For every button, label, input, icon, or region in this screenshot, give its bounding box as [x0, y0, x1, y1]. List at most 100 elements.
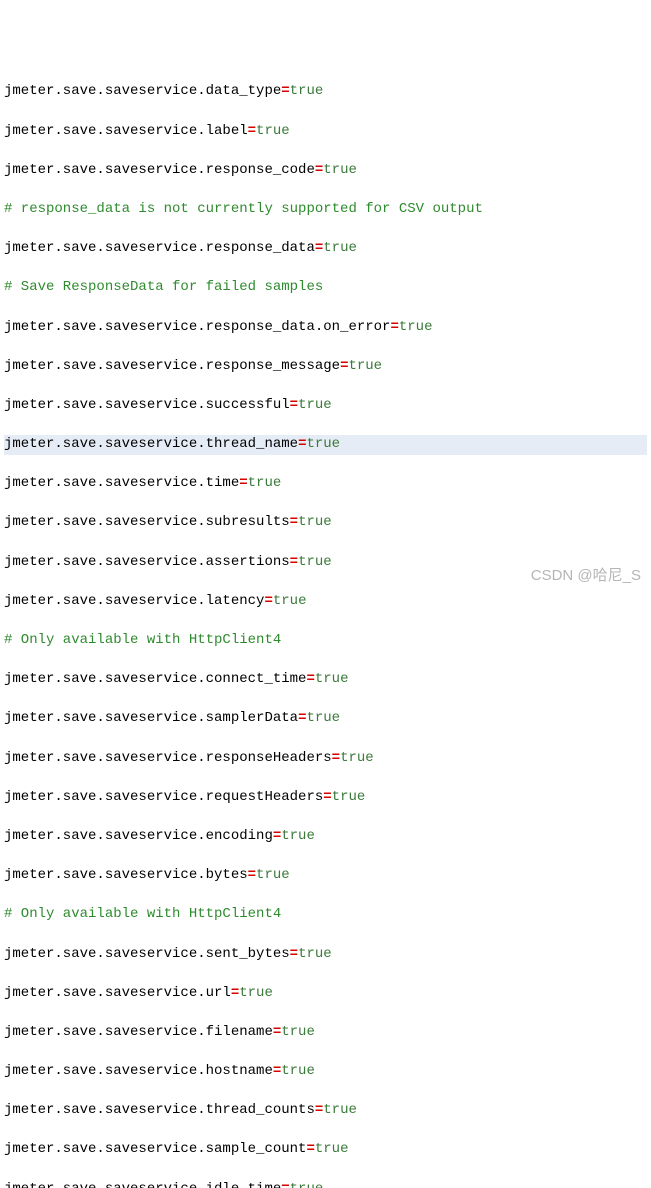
property-line: jmeter.save.saveservice.response_message…	[4, 357, 647, 377]
comment-line: # Only available with HttpClient4	[4, 631, 647, 651]
property-line: jmeter.save.saveservice.idle_time=true	[4, 1180, 647, 1188]
equals-sign: =	[273, 1063, 281, 1079]
property-value: true	[256, 867, 290, 883]
property-line: jmeter.save.saveservice.samplerData=true	[4, 709, 647, 729]
property-value: true	[298, 946, 332, 962]
property-key: jmeter.save.saveservice.filename	[4, 1024, 273, 1040]
property-line: jmeter.save.saveservice.time=true	[4, 474, 647, 494]
property-value: true	[306, 710, 340, 726]
property-key: jmeter.save.saveservice.label	[4, 123, 248, 139]
property-value: true	[239, 985, 273, 1001]
property-line: jmeter.save.saveservice.subresults=true	[4, 513, 647, 533]
property-key: jmeter.save.saveservice.response_data	[4, 240, 315, 256]
property-line: jmeter.save.saveservice.response_data=tr…	[4, 239, 647, 259]
property-key: jmeter.save.saveservice.sample_count	[4, 1141, 306, 1157]
equals-sign: =	[273, 1024, 281, 1040]
equals-sign: =	[298, 710, 306, 726]
property-line: jmeter.save.saveservice.bytes=true	[4, 866, 647, 886]
property-key: jmeter.save.saveservice.time	[4, 475, 239, 491]
property-key: jmeter.save.saveservice.data_type	[4, 83, 281, 99]
property-line: jmeter.save.saveservice.latency=true	[4, 592, 647, 612]
property-value: true	[298, 514, 332, 530]
property-line: jmeter.save.saveservice.sample_count=tru…	[4, 1140, 647, 1160]
property-value: true	[256, 123, 290, 139]
property-key: jmeter.save.saveservice.responseHeaders	[4, 750, 332, 766]
property-line: jmeter.save.saveservice.label=true	[4, 122, 647, 142]
property-value: true	[248, 475, 282, 491]
property-key: jmeter.save.saveservice.connect_time	[4, 671, 306, 687]
equals-sign: =	[315, 240, 323, 256]
equals-sign: =	[281, 83, 289, 99]
equals-sign: =	[315, 1102, 323, 1118]
property-key: jmeter.save.saveservice.sent_bytes	[4, 946, 290, 962]
property-value: true	[273, 593, 307, 609]
property-line: jmeter.save.saveservice.filename=true	[4, 1023, 647, 1043]
property-line: jmeter.save.saveservice.hostname=true	[4, 1062, 647, 1082]
property-key: jmeter.save.saveservice.response_code	[4, 162, 315, 178]
property-value: true	[323, 1102, 357, 1118]
comment-text: # Save ResponseData for failed samples	[4, 279, 323, 295]
property-key: jmeter.save.saveservice.thread_counts	[4, 1102, 315, 1118]
property-value: true	[281, 1024, 315, 1040]
equals-sign: =	[290, 397, 298, 413]
property-line: jmeter.save.saveservice.encoding=true	[4, 827, 647, 847]
property-value: true	[323, 162, 357, 178]
property-value: true	[323, 240, 357, 256]
comment-text: # Only available with HttpClient4	[4, 906, 281, 922]
property-value: true	[281, 1063, 315, 1079]
property-key: jmeter.save.saveservice.hostname	[4, 1063, 273, 1079]
equals-sign: =	[290, 554, 298, 570]
property-line: jmeter.save.saveservice.data_type=true	[4, 82, 647, 102]
equals-sign: =	[290, 514, 298, 530]
equals-sign: =	[332, 750, 340, 766]
equals-sign: =	[248, 867, 256, 883]
equals-sign: =	[306, 671, 314, 687]
property-value: true	[290, 1181, 324, 1188]
property-key: jmeter.save.saveservice.url	[4, 985, 231, 1001]
equals-sign: =	[290, 946, 298, 962]
property-line: jmeter.save.saveservice.response_code=tr…	[4, 161, 647, 181]
property-value: true	[399, 319, 433, 335]
property-key: jmeter.save.saveservice.response_data.on…	[4, 319, 390, 335]
property-value: true	[315, 1141, 349, 1157]
equals-sign: =	[306, 1141, 314, 1157]
property-key: jmeter.save.saveservice.samplerData	[4, 710, 298, 726]
equals-sign: =	[390, 319, 398, 335]
property-line: jmeter.save.saveservice.thread_counts=tr…	[4, 1101, 647, 1121]
property-line: jmeter.save.saveservice.connect_time=tru…	[4, 670, 647, 690]
property-value: true	[315, 671, 349, 687]
property-line: jmeter.save.saveservice.successful=true	[4, 396, 647, 416]
property-value: true	[306, 436, 340, 452]
comment-text: # response_data is not currently support…	[4, 201, 483, 217]
property-line: jmeter.save.saveservice.url=true	[4, 984, 647, 1004]
property-value: true	[298, 554, 332, 570]
equals-sign: =	[281, 1181, 289, 1188]
property-key: jmeter.save.saveservice.response_message	[4, 358, 340, 374]
equals-sign: =	[323, 789, 331, 805]
comment-text: # Only available with HttpClient4	[4, 632, 281, 648]
property-key: jmeter.save.saveservice.assertions	[4, 554, 290, 570]
comment-line: # response_data is not currently support…	[4, 200, 647, 220]
property-key: jmeter.save.saveservice.encoding	[4, 828, 273, 844]
property-key: jmeter.save.saveservice.bytes	[4, 867, 248, 883]
property-key: jmeter.save.saveservice.latency	[4, 593, 264, 609]
property-line: jmeter.save.saveservice.thread_name=true	[4, 435, 647, 455]
property-line: jmeter.save.saveservice.response_data.on…	[4, 318, 647, 338]
property-value: true	[340, 750, 374, 766]
property-line: jmeter.save.saveservice.assertions=true	[4, 553, 647, 573]
property-value: true	[281, 828, 315, 844]
equals-sign: =	[231, 985, 239, 1001]
property-key: jmeter.save.saveservice.successful	[4, 397, 290, 413]
property-key: jmeter.save.saveservice.subresults	[4, 514, 290, 530]
property-line: jmeter.save.saveservice.sent_bytes=true	[4, 945, 647, 965]
property-key: jmeter.save.saveservice.idle_time	[4, 1181, 281, 1188]
comment-line: # Save ResponseData for failed samples	[4, 278, 647, 298]
config-code-block: jmeter.save.saveservice.data_type=true j…	[4, 82, 647, 1188]
property-line: jmeter.save.saveservice.responseHeaders=…	[4, 749, 647, 769]
property-value: true	[298, 397, 332, 413]
equals-sign: =	[315, 162, 323, 178]
property-value: true	[348, 358, 382, 374]
equals-sign: =	[239, 475, 247, 491]
equals-sign: =	[273, 828, 281, 844]
comment-line: # Only available with HttpClient4	[4, 905, 647, 925]
